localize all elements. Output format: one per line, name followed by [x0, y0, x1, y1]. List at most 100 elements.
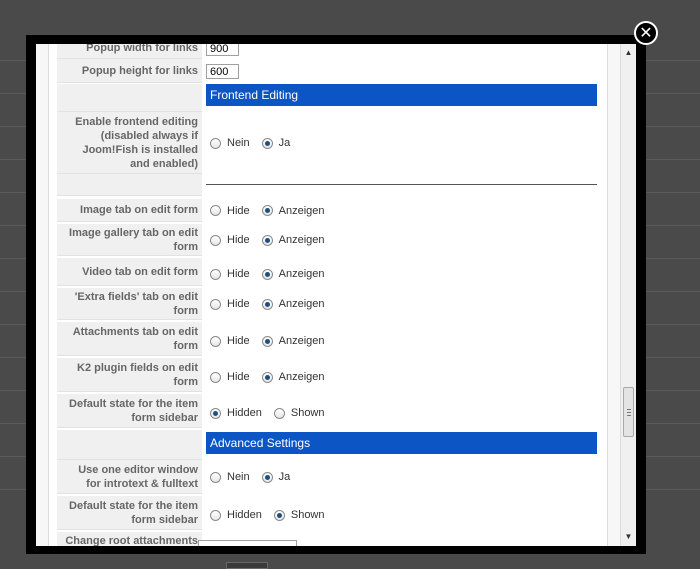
separator-line	[206, 184, 597, 185]
radio-show[interactable]	[261, 205, 273, 216]
radio-group: Hide Anzeigen	[206, 224, 333, 256]
setting-row-popup-width: Popup width for links 900	[57, 44, 603, 59]
setting-label: K2 plugin fields on edit form	[57, 358, 202, 392]
settings-panel: Popup width for links 900 Popup height f…	[48, 44, 608, 546]
radio-hidden[interactable]	[210, 509, 221, 521]
radio-label: Shown	[290, 407, 325, 419]
setting-value: 900	[206, 44, 239, 56]
grip-line	[627, 415, 631, 416]
radio-group: Hidden Shown	[206, 496, 333, 534]
setting-label: Use one editor window for introtext & fu…	[57, 460, 202, 494]
radio-label: Hide	[227, 371, 250, 383]
radio-hide[interactable]	[210, 298, 221, 310]
radio-hidden[interactable]	[210, 407, 221, 419]
radio-label: Shown	[290, 509, 325, 521]
radio-label: Hide	[227, 234, 250, 246]
modal-iframe: Popup width for links 900 Popup height f…	[36, 44, 636, 546]
setting-label: Popup width for links	[57, 44, 202, 59]
radio-label: Anzeigen	[278, 234, 325, 246]
root-attachments-input[interactable]	[198, 540, 297, 546]
vertical-scrollbar[interactable]: ▲ ▼	[620, 44, 636, 546]
setting-label: Change root attachments	[57, 532, 202, 546]
radio-label: Hidden	[227, 407, 262, 419]
radio-ja[interactable]	[261, 471, 273, 483]
radio-hide[interactable]	[210, 205, 221, 216]
radio-label: Anzeigen	[278, 298, 325, 310]
radio-hide[interactable]	[210, 234, 221, 246]
separator-key-spacer	[57, 174, 202, 196]
section-header-frontend-editing: Frontend Editing	[206, 84, 597, 106]
setting-row-frontend-editing: Enable frontend editing (disabled always…	[57, 112, 603, 174]
setting-row-video-tab: Video tab on edit form Hide Anzeigen	[57, 258, 603, 286]
setting-row-attachments-tab: Attachments tab on edit form Hide Anzeig…	[57, 322, 603, 356]
radio-group: Hidden Shown	[206, 394, 333, 432]
setting-label: 'Extra fields' tab on edit form	[57, 288, 202, 320]
radio-group: Hide Anzeigen	[206, 322, 333, 360]
radio-label: Nein	[227, 137, 250, 149]
close-icon[interactable]: ✕	[634, 21, 658, 45]
grip-line	[627, 412, 631, 413]
setting-label: Video tab on edit form	[57, 258, 202, 286]
setting-label: Image tab on edit form	[57, 199, 202, 222]
setting-row-root-attachments: Change root attachments	[57, 532, 603, 546]
radio-group: Nein Ja	[206, 460, 298, 494]
radio-label: Nein	[227, 471, 250, 483]
setting-row-popup-height: Popup height for links 600	[57, 59, 603, 83]
radio-label: Anzeigen	[278, 204, 325, 217]
radio-label: Hide	[227, 268, 250, 280]
section-row-advanced: Advanced Settings	[57, 430, 603, 460]
grip-line	[627, 409, 631, 410]
radio-show[interactable]	[261, 298, 273, 310]
section-key-spacer	[57, 84, 202, 112]
radio-nein[interactable]	[210, 471, 221, 483]
setting-row-image-gallery-tab: Image gallery tab on edit form Hide Anze…	[57, 224, 603, 256]
section-header-advanced-settings: Advanced Settings	[206, 432, 597, 454]
popup-width-input[interactable]: 900	[206, 44, 239, 56]
radio-show[interactable]	[261, 371, 273, 383]
popup-height-input[interactable]: 600	[206, 63, 239, 79]
radio-group: Hide Anzeigen	[206, 358, 333, 396]
radio-frontend-ja[interactable]	[261, 137, 273, 149]
setting-value: 600	[206, 59, 239, 83]
setting-label: Attachments tab on edit form	[57, 322, 202, 356]
radio-label: Hide	[227, 298, 250, 310]
setting-label: Default state for the item form sidebar	[57, 496, 202, 530]
setting-label: Enable frontend editing (disabled always…	[57, 112, 202, 174]
setting-row-image-tab: Image tab on edit form Hide Anzeigen	[57, 199, 603, 222]
radio-hide[interactable]	[210, 268, 221, 280]
bg-button-stub	[226, 562, 268, 569]
setting-label: Popup height for links	[57, 59, 202, 83]
setting-row-one-editor: Use one editor window for introtext & fu…	[57, 460, 603, 494]
radio-label: Hide	[227, 204, 250, 217]
radio-label: Hide	[227, 335, 250, 347]
radio-label: Ja	[278, 137, 291, 149]
radio-label: Anzeigen	[278, 371, 325, 383]
radio-hide[interactable]	[210, 335, 221, 347]
radio-label: Hidden	[227, 509, 262, 521]
radio-group-frontend-editing: Nein Ja	[206, 112, 298, 174]
radio-group: Hide Anzeigen	[206, 258, 333, 290]
radio-label: Anzeigen	[278, 335, 325, 347]
radio-group: Hide Anzeigen	[206, 199, 333, 222]
setting-label: Default state for the item form sidebar	[57, 394, 202, 428]
radio-frontend-nein[interactable]	[210, 137, 221, 149]
radio-group: Hide Anzeigen	[206, 288, 333, 320]
radio-shown[interactable]	[273, 509, 285, 521]
scrollbar-thumb[interactable]	[623, 387, 634, 437]
radio-shown[interactable]	[273, 407, 285, 419]
radio-show[interactable]	[261, 335, 273, 347]
setting-row-sidebar-state: Default state for the item form sidebar …	[57, 394, 603, 428]
radio-show[interactable]	[261, 268, 273, 280]
setting-row-extra-fields-tab: 'Extra fields' tab on edit form Hide Anz…	[57, 288, 603, 320]
radio-hide[interactable]	[210, 371, 221, 383]
separator-row	[57, 174, 603, 196]
scroll-down-icon[interactable]: ▼	[621, 530, 636, 544]
radio-label: Anzeigen	[278, 268, 325, 280]
section-key-spacer	[57, 430, 202, 460]
setting-row-k2-plugin-fields: K2 plugin fields on edit form Hide Anzei…	[57, 358, 603, 392]
scroll-up-icon[interactable]: ▲	[621, 46, 636, 60]
radio-show[interactable]	[261, 234, 273, 246]
setting-row-advanced-sidebar-state: Default state for the item form sidebar …	[57, 496, 603, 530]
setting-label: Image gallery tab on edit form	[57, 224, 202, 256]
radio-label: Ja	[278, 471, 291, 483]
